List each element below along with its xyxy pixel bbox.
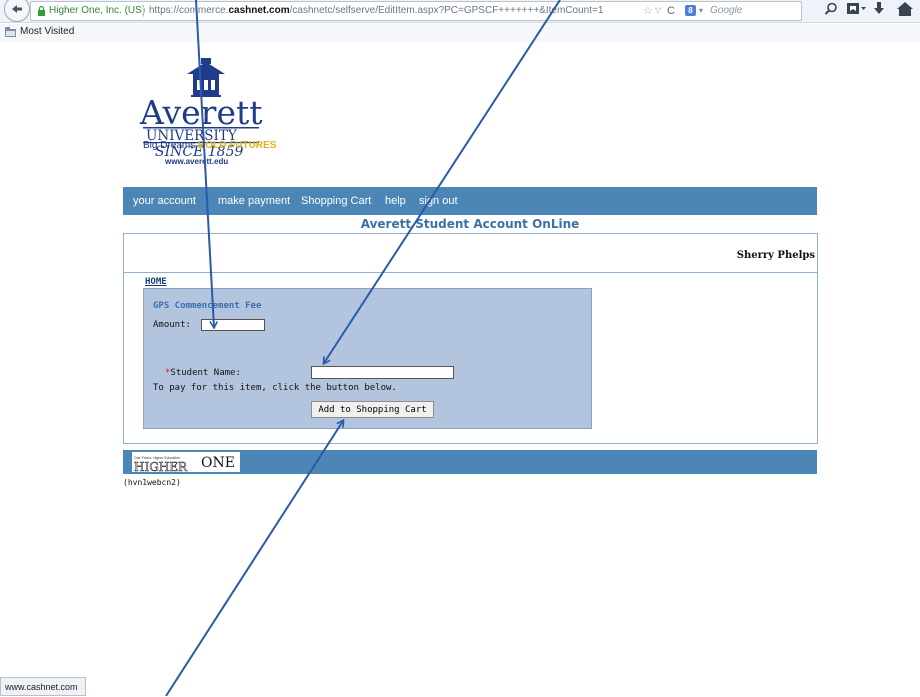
bookmarks-menu-icon[interactable]	[847, 3, 867, 15]
url-text[interactable]: https://commerce.cashnet.com/cashnetc/se…	[149, 2, 603, 20]
amount-input[interactable]	[201, 319, 265, 331]
nav-your-account[interactable]: your account	[133, 195, 196, 207]
logo-tagline: Big Dreams BOLD FUTURES	[143, 140, 277, 151]
instructions-text: To pay for this item, click the button b…	[153, 383, 397, 393]
nav-make-payment[interactable]: make payment	[218, 195, 290, 207]
engine-dropdown-icon[interactable]: ▾	[699, 2, 703, 20]
url-separator	[143, 5, 144, 17]
google-engine-icon[interactable]: 8	[685, 5, 696, 16]
divider	[124, 272, 817, 273]
add-to-cart-button[interactable]: Add to Shopping Cart	[311, 401, 434, 418]
nav-sign-out[interactable]: sign out	[419, 195, 458, 207]
svg-text:HIGHER: HIGHER	[134, 460, 188, 472]
search-input[interactable]: Google	[710, 2, 742, 20]
higher-one-logo: One Focus: Higher Education HIGHER ONE	[132, 452, 240, 472]
site-navigation: your account make payment Shopping Cart …	[123, 187, 817, 215]
lock-icon	[38, 6, 45, 16]
browser-toolbar: Higher One, Inc. (US) https://commerce.c…	[0, 0, 920, 23]
address-bar[interactable]: Higher One, Inc. (US) https://commerce.c…	[30, 1, 802, 21]
download-icon[interactable]	[873, 2, 885, 16]
search-icon[interactable]	[824, 2, 838, 16]
bookmarks-toolbar: Most Visited	[0, 24, 920, 42]
payment-item-form: GPS Commencement Fee Amount: *Student Na…	[143, 288, 592, 429]
most-visited-bookmark[interactable]: Most Visited	[5, 26, 74, 37]
student-name-input[interactable]	[311, 366, 454, 379]
amount-label: Amount:	[153, 320, 191, 330]
student-name-label: *Student Name:	[165, 368, 241, 378]
home-icon[interactable]	[897, 2, 913, 16]
svg-text:ONE: ONE	[201, 455, 235, 471]
building-icon	[187, 58, 225, 97]
logo-wordmark: Averett	[139, 93, 263, 132]
item-title: GPS Commencement Fee	[153, 301, 262, 311]
back-button[interactable]	[4, 0, 30, 22]
logo-website: www.averett.edu	[165, 157, 229, 166]
page-title: Averett Student Account OnLine	[360, 217, 580, 231]
status-bar: www.cashnet.com	[0, 677, 86, 696]
bookmark-star-icon[interactable]: ☆	[643, 2, 653, 20]
site-identity[interactable]: Higher One, Inc. (US)	[49, 2, 145, 20]
reload-icon[interactable]: C	[667, 2, 675, 20]
home-link[interactable]: HOME	[145, 277, 167, 287]
history-dropdown-icon[interactable]: ▽	[655, 2, 661, 20]
folder-icon	[5, 26, 16, 37]
nav-help[interactable]: help	[385, 195, 406, 207]
user-name: Sherry Phelps	[736, 250, 815, 261]
server-id: (hvn1webcn2)	[123, 478, 181, 487]
nav-shopping-cart[interactable]: Shopping Cart	[301, 195, 371, 207]
back-arrow-icon	[12, 5, 22, 13]
